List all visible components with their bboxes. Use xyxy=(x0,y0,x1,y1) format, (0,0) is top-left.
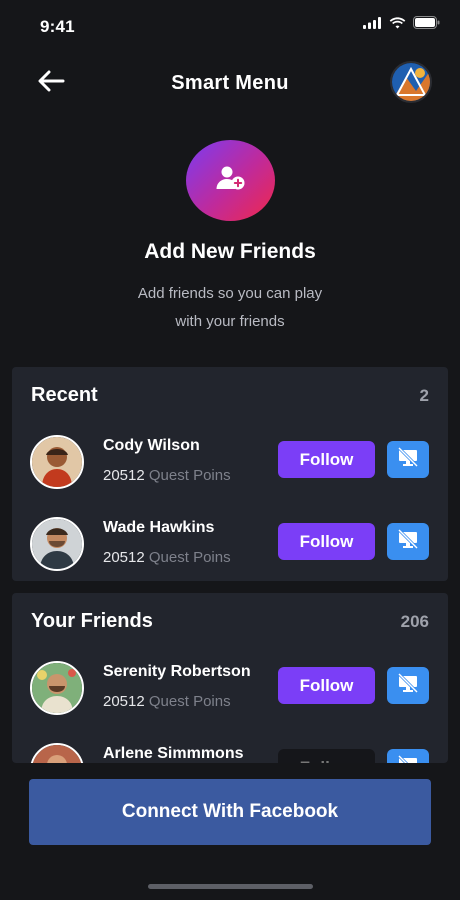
top-navigation-bar: Smart Menu xyxy=(0,60,460,110)
recent-section-title: Recent xyxy=(31,384,98,406)
screen-share-off-icon xyxy=(397,528,419,554)
recent-section: Recent 2 Cody Wilson 20512 Quest Poins F… xyxy=(12,367,448,581)
your-friends-section: Your Friends 206 Serenity Robertson 2051… xyxy=(12,593,448,763)
friend-row: Arlene Simmmons Follow xyxy=(12,743,448,763)
quest-points: 20512 Quest Poins xyxy=(103,693,231,710)
screen-share-off-button[interactable] xyxy=(387,523,429,560)
home-indicator[interactable] xyxy=(148,884,313,889)
status-bar: 9:41 xyxy=(0,0,460,50)
follow-button[interactable]: Follow xyxy=(278,523,375,560)
friend-row: Cody Wilson 20512 Quest Poins Follow xyxy=(12,435,448,505)
quest-points: 20512 Quest Poins xyxy=(103,549,231,566)
friend-name: Cody Wilson xyxy=(103,437,200,454)
avatar-image xyxy=(392,63,430,101)
screen-share-off-button[interactable] xyxy=(387,667,429,704)
friend-row: Wade Hawkins 20512 Quest Poins Follow xyxy=(12,517,448,587)
screen-share-off-button[interactable] xyxy=(387,441,429,478)
add-user-icon xyxy=(216,165,246,196)
friend-name: Arlene Simmmons xyxy=(103,745,244,762)
points-label: Quest Poins xyxy=(148,693,231,710)
points-value: 20512 xyxy=(103,549,145,566)
friends-section-title: Your Friends xyxy=(31,610,153,632)
friends-count-badge: 206 xyxy=(400,612,429,631)
hero-subtitle-line2: with your friends xyxy=(175,313,285,330)
points-value: 20512 xyxy=(103,467,145,484)
wifi-icon xyxy=(389,16,406,34)
add-friend-hero-icon xyxy=(186,140,275,221)
friend-row: Serenity Robertson 20512 Quest Poins Fol… xyxy=(12,661,448,731)
friend-name: Serenity Robertson xyxy=(103,663,251,680)
friend-name: Wade Hawkins xyxy=(103,519,215,536)
battery-icon xyxy=(413,16,440,34)
avatar xyxy=(30,435,84,489)
quest-points: 20512 Quest Poins xyxy=(103,467,231,484)
hero-subtitle-line1: Add friends so you can play xyxy=(137,285,323,302)
recent-count-badge: 2 xyxy=(419,386,429,405)
cellular-signal-icon xyxy=(363,16,382,34)
screen-share-off-icon xyxy=(397,754,419,763)
status-icons xyxy=(363,16,440,34)
points-label: Quest Poins xyxy=(148,467,231,484)
points-label: Quest Poins xyxy=(148,549,231,566)
avatar xyxy=(30,661,84,715)
avatar xyxy=(30,517,84,571)
follow-button[interactable]: Follow xyxy=(278,441,375,478)
screen-share-off-button[interactable] xyxy=(387,749,429,763)
follow-button[interactable]: Follow xyxy=(278,749,375,763)
points-value: 20512 xyxy=(103,693,145,710)
status-time: 9:41 xyxy=(40,17,75,36)
follow-button[interactable]: Follow xyxy=(278,667,375,704)
screen-share-off-icon xyxy=(397,446,419,472)
avatar xyxy=(30,743,84,763)
connect-with-facebook-button[interactable]: Connect With Facebook xyxy=(29,779,431,845)
hero-subtitle: Add friends so you can play with your fr… xyxy=(0,280,460,336)
screen-share-off-icon xyxy=(397,672,419,698)
hero-title: Add New Friends xyxy=(144,240,316,263)
profile-avatar[interactable] xyxy=(390,61,432,103)
